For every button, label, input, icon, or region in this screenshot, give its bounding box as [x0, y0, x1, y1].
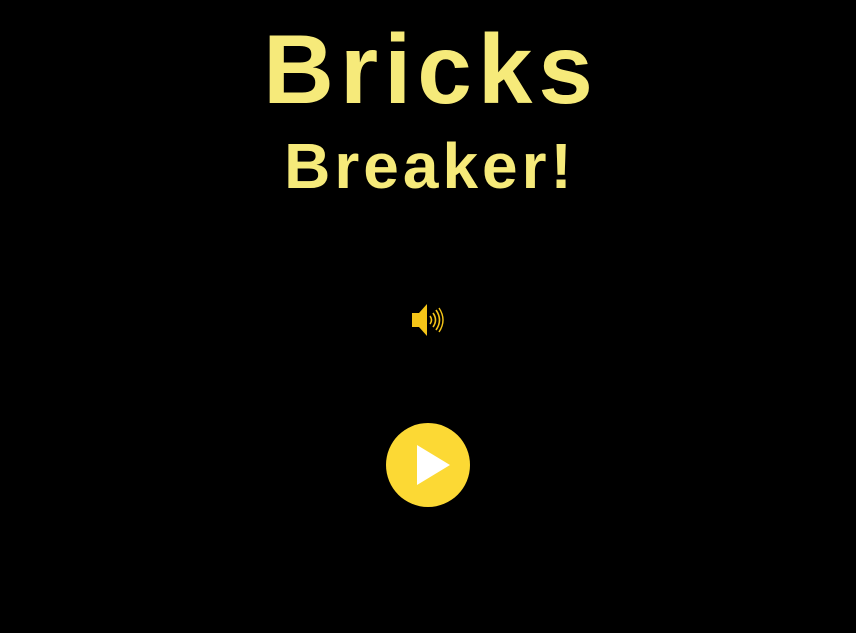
game-title-line2: Breaker!	[284, 130, 576, 202]
start-screen: Bricks Breaker!	[0, 0, 856, 633]
play-icon	[417, 445, 450, 485]
play-button[interactable]	[386, 423, 470, 507]
speaker-volume-icon	[412, 304, 444, 336]
game-title-line1: Bricks	[263, 14, 599, 124]
sound-toggle-button[interactable]	[406, 300, 450, 340]
